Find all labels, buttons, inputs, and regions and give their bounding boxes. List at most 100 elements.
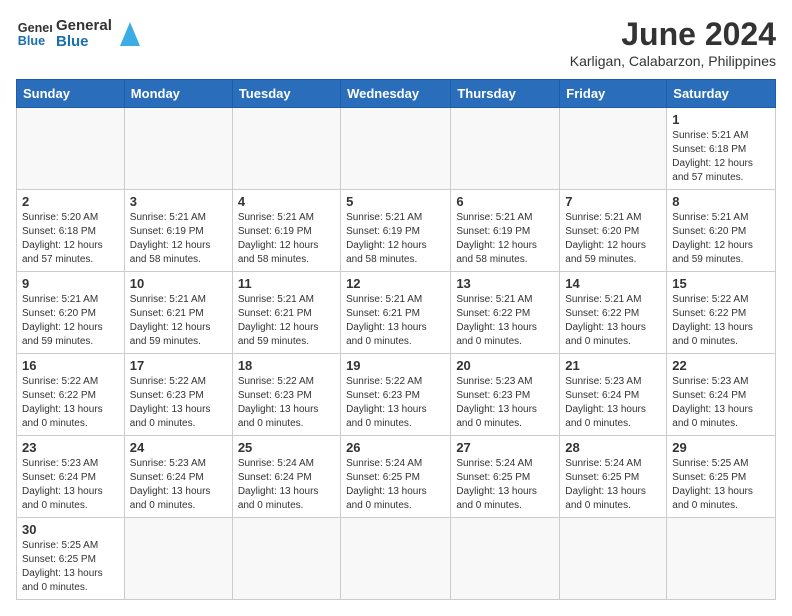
- calendar-cell-8: 8 Sunrise: 5:21 AMSunset: 6:20 PMDaylight…: [667, 190, 776, 272]
- day-number: 18: [238, 358, 335, 373]
- calendar-cell-30: 30 Sunrise: 5:25 AMSunset: 6:25 PMDayligh…: [17, 518, 125, 600]
- day-number: 28: [565, 440, 661, 455]
- weekday-header-saturday: Saturday: [667, 80, 776, 108]
- logo-triangle-icon: [118, 20, 142, 48]
- day-info: Sunrise: 5:21 AMSunset: 6:22 PMDaylight:…: [565, 293, 661, 349]
- day-info: Sunrise: 5:21 AMSunset: 6:20 PMDaylight:…: [672, 211, 770, 267]
- calendar-cell-28: 28 Sunrise: 5:24 AMSunset: 6:25 PMDayligh…: [560, 436, 667, 518]
- day-number: 2: [22, 194, 119, 209]
- day-number: 15: [672, 276, 770, 291]
- calendar-cell-7: 7Sunrise: 5:21 AMSunset: 6:20 PMDaylight…: [560, 190, 667, 272]
- calendar-cell-24: 24 Sunrise: 5:23 AMSunset: 6:24 PMDayligh…: [124, 436, 232, 518]
- calendar-cell-29: 29Sunrise: 5:25 AMSunset: 6:25 PMDayligh…: [667, 436, 776, 518]
- day-info: Sunrise: 5:22 AMSunset: 6:23 PMDaylight:…: [238, 375, 335, 431]
- day-number: 30: [22, 522, 119, 537]
- calendar-cell-13: 13 Sunrise: 5:21 AMSunset: 6:22 PMDayligh…: [451, 272, 560, 354]
- day-info: Sunrise: 5:24 AMSunset: 6:25 PMDaylight:…: [456, 457, 554, 513]
- calendar-cell-empty: [451, 518, 560, 600]
- day-number: 3: [130, 194, 227, 209]
- day-info: Sunrise: 5:21 AMSunset: 6:20 PMDaylight:…: [22, 293, 119, 349]
- day-number: 11: [238, 276, 335, 291]
- calendar-cell-18: 18 Sunrise: 5:22 AMSunset: 6:23 PMDayligh…: [232, 354, 340, 436]
- day-info: Sunrise: 5:24 AMSunset: 6:25 PMDaylight:…: [346, 457, 445, 513]
- calendar-cell-empty: [341, 518, 451, 600]
- day-number: 12: [346, 276, 445, 291]
- day-number: 14: [565, 276, 661, 291]
- title-area: June 2024 Karligan, Calabarzon, Philippi…: [570, 16, 776, 69]
- weekday-header-tuesday: Tuesday: [232, 80, 340, 108]
- logo-blue: Blue: [56, 34, 112, 51]
- day-number: 8: [672, 194, 770, 209]
- calendar-cell-empty: [124, 518, 232, 600]
- day-number: 10: [130, 276, 227, 291]
- day-number: 24: [130, 440, 227, 455]
- calendar-cell-1: 1 Sunrise: 5:21 AMSunset: 6:18 PMDaylight…: [667, 108, 776, 190]
- day-number: 19: [346, 358, 445, 373]
- calendar-cell-5: 5 Sunrise: 5:21 AMSunset: 6:19 PMDaylight…: [341, 190, 451, 272]
- day-info: Sunrise: 5:20 AMSunset: 6:18 PMDaylight:…: [22, 211, 119, 267]
- day-info: Sunrise: 5:21 AMSunset: 6:21 PMDaylight:…: [130, 293, 227, 349]
- calendar-cell-14: 14 Sunrise: 5:21 AMSunset: 6:22 PMDayligh…: [560, 272, 667, 354]
- calendar-cell-6: 6Sunrise: 5:21 AMSunset: 6:19 PMDaylight…: [451, 190, 560, 272]
- calendar-cell-11: 11 Sunrise: 5:21 AMSunset: 6:21 PMDayligh…: [232, 272, 340, 354]
- day-info: Sunrise: 5:23 AMSunset: 6:24 PMDaylight:…: [672, 375, 770, 431]
- weekday-header-row: SundayMondayTuesdayWednesdayThursdayFrid…: [17, 80, 776, 108]
- logo: General Blue General Blue: [16, 16, 142, 52]
- calendar-cell-empty: [17, 108, 125, 190]
- day-number: 27: [456, 440, 554, 455]
- day-number: 17: [130, 358, 227, 373]
- day-info: Sunrise: 5:24 AMSunset: 6:25 PMDaylight:…: [565, 457, 661, 513]
- weekday-header-thursday: Thursday: [451, 80, 560, 108]
- calendar-cell-22: 22Sunrise: 5:23 AMSunset: 6:24 PMDayligh…: [667, 354, 776, 436]
- calendar-cell-25: 25Sunrise: 5:24 AMSunset: 6:24 PMDayligh…: [232, 436, 340, 518]
- calendar-cell-empty: [124, 108, 232, 190]
- day-info: Sunrise: 5:25 AMSunset: 6:25 PMDaylight:…: [22, 539, 119, 595]
- day-number: 5: [346, 194, 445, 209]
- day-number: 1: [672, 112, 770, 127]
- calendar-cell-23: 23 Sunrise: 5:23 AMSunset: 6:24 PMDayligh…: [17, 436, 125, 518]
- day-info: Sunrise: 5:21 AMSunset: 6:21 PMDaylight:…: [346, 293, 445, 349]
- week-row-3: 9Sunrise: 5:21 AMSunset: 6:20 PMDaylight…: [17, 272, 776, 354]
- calendar-cell-17: 17 Sunrise: 5:22 AMSunset: 6:23 PMDayligh…: [124, 354, 232, 436]
- day-info: Sunrise: 5:21 AMSunset: 6:19 PMDaylight:…: [346, 211, 445, 267]
- calendar-table: SundayMondayTuesdayWednesdayThursdayFrid…: [16, 79, 776, 600]
- day-number: 23: [22, 440, 119, 455]
- week-row-4: 16Sunrise: 5:22 AMSunset: 6:22 PMDayligh…: [17, 354, 776, 436]
- logo-general: General: [56, 18, 112, 35]
- calendar-cell-empty: [232, 518, 340, 600]
- day-number: 13: [456, 276, 554, 291]
- calendar-cell-empty: [451, 108, 560, 190]
- calendar-cell-10: 10 Sunrise: 5:21 AMSunset: 6:21 PMDayligh…: [124, 272, 232, 354]
- calendar-cell-20: 20 Sunrise: 5:23 AMSunset: 6:23 PMDayligh…: [451, 354, 560, 436]
- day-info: Sunrise: 5:21 AMSunset: 6:21 PMDaylight:…: [238, 293, 335, 349]
- day-info: Sunrise: 5:21 AMSunset: 6:22 PMDaylight:…: [456, 293, 554, 349]
- weekday-header-friday: Friday: [560, 80, 667, 108]
- day-info: Sunrise: 5:23 AMSunset: 6:24 PMDaylight:…: [565, 375, 661, 431]
- day-number: 20: [456, 358, 554, 373]
- day-info: Sunrise: 5:23 AMSunset: 6:23 PMDaylight:…: [456, 375, 554, 431]
- day-info: Sunrise: 5:23 AMSunset: 6:24 PMDaylight:…: [130, 457, 227, 513]
- calendar-cell-empty: [667, 518, 776, 600]
- calendar-cell-15: 15Sunrise: 5:22 AMSunset: 6:22 PMDayligh…: [667, 272, 776, 354]
- logo-icon: General Blue: [16, 16, 52, 52]
- day-info: Sunrise: 5:22 AMSunset: 6:23 PMDaylight:…: [130, 375, 227, 431]
- day-info: Sunrise: 5:24 AMSunset: 6:24 PMDaylight:…: [238, 457, 335, 513]
- calendar-cell-19: 19 Sunrise: 5:22 AMSunset: 6:23 PMDayligh…: [341, 354, 451, 436]
- day-info: Sunrise: 5:25 AMSunset: 6:25 PMDaylight:…: [672, 457, 770, 513]
- day-info: Sunrise: 5:22 AMSunset: 6:22 PMDaylight:…: [22, 375, 119, 431]
- calendar-cell-27: 27 Sunrise: 5:24 AMSunset: 6:25 PMDayligh…: [451, 436, 560, 518]
- day-info: Sunrise: 5:21 AMSunset: 6:19 PMDaylight:…: [456, 211, 554, 267]
- calendar-cell-empty: [560, 108, 667, 190]
- calendar-cell-12: 12 Sunrise: 5:21 AMSunset: 6:21 PMDayligh…: [341, 272, 451, 354]
- calendar-subtitle: Karligan, Calabarzon, Philippines: [570, 53, 776, 69]
- weekday-header-monday: Monday: [124, 80, 232, 108]
- day-info: Sunrise: 5:21 AMSunset: 6:18 PMDaylight:…: [672, 129, 770, 185]
- day-number: 26: [346, 440, 445, 455]
- day-info: Sunrise: 5:22 AMSunset: 6:23 PMDaylight:…: [346, 375, 445, 431]
- calendar-cell-26: 26 Sunrise: 5:24 AMSunset: 6:25 PMDayligh…: [341, 436, 451, 518]
- calendar-cell-3: 3Sunrise: 5:21 AMSunset: 6:19 PMDaylight…: [124, 190, 232, 272]
- week-row-1: 1 Sunrise: 5:21 AMSunset: 6:18 PMDaylight…: [17, 108, 776, 190]
- week-row-5: 23 Sunrise: 5:23 AMSunset: 6:24 PMDayligh…: [17, 436, 776, 518]
- day-info: Sunrise: 5:21 AMSunset: 6:20 PMDaylight:…: [565, 211, 661, 267]
- day-info: Sunrise: 5:23 AMSunset: 6:24 PMDaylight:…: [22, 457, 119, 513]
